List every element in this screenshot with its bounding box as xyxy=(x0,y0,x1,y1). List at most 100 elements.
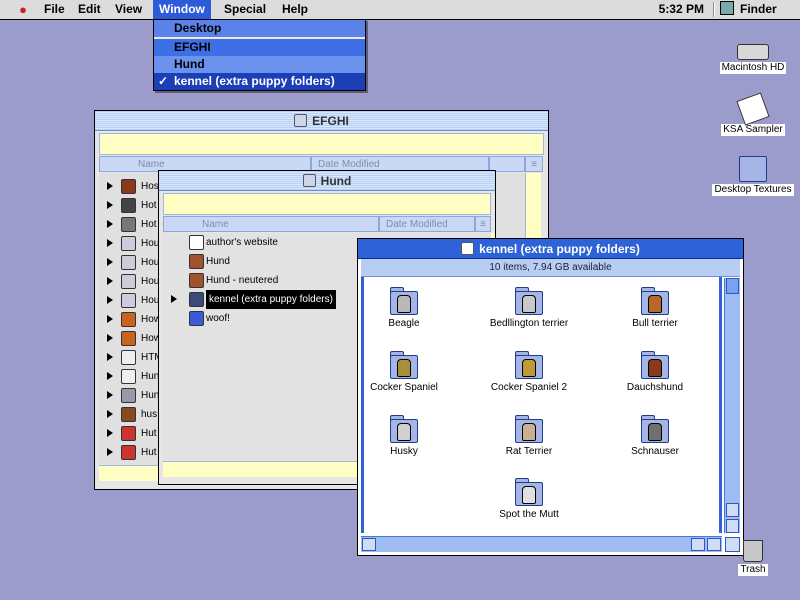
folder-icon xyxy=(639,349,671,381)
folder-item[interactable]: Cocker Spaniel xyxy=(354,349,454,393)
scroll-up-arrow[interactable] xyxy=(726,503,739,517)
scroll-thumb[interactable] xyxy=(726,278,739,294)
list-item[interactable]: Hou xyxy=(99,253,159,272)
list-item[interactable]: Hut xyxy=(99,424,159,443)
list-item-label: Hund xyxy=(206,256,230,267)
efghi-header-bar xyxy=(99,133,544,155)
file-icon xyxy=(121,217,136,232)
menu-edit[interactable]: Edit xyxy=(72,0,107,19)
disclosure-triangle-icon[interactable] xyxy=(107,239,113,247)
checkmark-icon: ✓ xyxy=(158,74,169,88)
window-menu-item-efghi[interactable]: EFGHI xyxy=(154,39,365,56)
list-item[interactable]: Hun xyxy=(99,386,159,405)
desktop-icon-desktop-textures[interactable]: Desktop Textures xyxy=(705,156,800,196)
list-item-label: Hun xyxy=(141,371,160,382)
hund-title-bar[interactable]: Hund xyxy=(159,171,495,191)
disclosure-triangle-icon[interactable] xyxy=(107,334,113,342)
menu-special[interactable]: Special xyxy=(218,0,272,19)
folder-item[interactable]: Cocker Spaniel 2 xyxy=(479,349,579,393)
desktop-icon-macintosh-hd[interactable]: Macintosh HD xyxy=(705,40,800,74)
menu-window[interactable]: Window xyxy=(153,0,211,19)
list-item[interactable]: Hou xyxy=(99,291,159,310)
list-item-label: Hut xyxy=(141,428,157,439)
menu-help[interactable]: Help xyxy=(276,0,314,19)
disclosure-triangle-icon[interactable] xyxy=(107,391,113,399)
hund-col-name[interactable]: Name xyxy=(163,216,379,232)
desktop-icon-trash[interactable]: Trash xyxy=(705,540,800,576)
disclosure-triangle-icon[interactable] xyxy=(107,410,113,418)
list-item-label: Hou xyxy=(141,257,160,268)
list-item[interactable]: HTM xyxy=(99,348,163,367)
disclosure-triangle-icon[interactable] xyxy=(171,295,177,303)
list-item[interactable]: Hos xyxy=(99,177,159,196)
list-item-label: author's website xyxy=(206,237,278,248)
file-icon xyxy=(121,331,136,346)
efghi-title-bar[interactable]: EFGHI xyxy=(95,111,548,131)
disclosure-triangle-icon[interactable] xyxy=(107,277,113,285)
file-icon xyxy=(121,236,136,251)
window-menu-item-desktop[interactable]: Desktop xyxy=(154,20,365,37)
menu-view[interactable]: View xyxy=(109,0,148,19)
folder-item[interactable]: Bull terrier xyxy=(605,285,705,329)
file-icon xyxy=(121,274,136,289)
list-item[interactable]: Hun xyxy=(99,367,159,386)
application-name: Finder xyxy=(740,2,777,16)
hund-col-date[interactable]: Date Modified xyxy=(379,216,475,232)
list-item-label: Hou xyxy=(141,276,160,287)
folder-item[interactable]: Bedllington terrier xyxy=(479,285,579,329)
list-item[interactable]: Hou xyxy=(99,234,159,253)
menubar-clock[interactable]: 5:32 PM xyxy=(659,0,704,19)
folder-item[interactable]: Rat Terrier xyxy=(479,413,579,457)
application-menu[interactable]: Finder xyxy=(720,0,777,19)
list-item[interactable]: kennel (extra puppy folders) xyxy=(163,290,363,309)
scroll-left-arrow[interactable] xyxy=(362,538,376,551)
kennel-horizontal-scrollbar[interactable] xyxy=(361,536,722,552)
desktop-icon-label: Desktop Textures xyxy=(712,184,794,196)
menu-bar: ● File Edit View Window Special Help 5:3… xyxy=(0,0,800,20)
menubar-divider xyxy=(713,2,715,17)
disclosure-triangle-icon[interactable] xyxy=(107,220,113,228)
disclosure-triangle-icon[interactable] xyxy=(107,201,113,209)
list-item[interactable]: hus xyxy=(99,405,159,424)
kennel-vertical-scrollbar[interactable] xyxy=(724,278,740,533)
list-item[interactable]: How xyxy=(99,310,161,329)
hund-sort-icon[interactable]: ≡ xyxy=(475,216,491,232)
folder-item[interactable]: Dauchshund xyxy=(605,349,705,393)
folder-item[interactable]: Husky xyxy=(354,413,454,457)
hund-header-bar xyxy=(163,193,491,215)
list-item[interactable]: Hot xyxy=(99,215,159,234)
window-menu-item-kennel[interactable]: ✓ kennel (extra puppy folders) xyxy=(154,73,365,90)
list-item[interactable]: author's website xyxy=(163,233,363,252)
disclosure-triangle-icon[interactable] xyxy=(107,353,113,361)
kennel-status-bar: 10 items, 7.94 GB available xyxy=(361,259,740,277)
disclosure-triangle-icon[interactable] xyxy=(107,182,113,190)
disclosure-triangle-icon[interactable] xyxy=(107,296,113,304)
disclosure-triangle-icon[interactable] xyxy=(107,315,113,323)
scroll-down-arrow[interactable] xyxy=(726,519,739,533)
folder-item[interactable]: Spot the Mutt xyxy=(479,476,579,520)
scroll-right-arrow[interactable] xyxy=(691,538,705,551)
disclosure-triangle-icon[interactable] xyxy=(107,372,113,380)
menu-file[interactable]: File xyxy=(38,0,71,19)
window-menu-item-hund[interactable]: Hund xyxy=(154,56,365,73)
disclosure-triangle-icon[interactable] xyxy=(107,258,113,266)
list-item[interactable]: Hou xyxy=(99,272,159,291)
apple-menu-icon[interactable]: ● xyxy=(16,3,30,17)
list-item-label: Hut xyxy=(141,447,157,458)
file-icon xyxy=(121,388,136,403)
efghi-sort-icon[interactable]: ≡ xyxy=(525,156,543,172)
list-item[interactable]: woof! xyxy=(163,309,363,328)
disclosure-triangle-icon[interactable] xyxy=(107,429,113,437)
folder-item[interactable]: Schnauser xyxy=(605,413,705,457)
kennel-title-bar[interactable]: kennel (extra puppy folders) xyxy=(358,239,743,259)
desktop-icon-ksa-sampler[interactable]: KSA Sampler xyxy=(705,92,800,136)
list-item[interactable]: Hut xyxy=(99,443,159,462)
trash-icon xyxy=(743,540,763,562)
disclosure-triangle-icon[interactable] xyxy=(107,448,113,456)
list-item[interactable]: Hund xyxy=(163,252,363,271)
folder-item[interactable]: Beagle xyxy=(354,285,454,329)
list-item[interactable]: Hot xyxy=(99,196,159,215)
list-item[interactable]: Hund - neutered xyxy=(163,271,363,290)
list-item[interactable]: How xyxy=(99,329,161,348)
folder-label: Spot the Mutt xyxy=(499,509,559,520)
